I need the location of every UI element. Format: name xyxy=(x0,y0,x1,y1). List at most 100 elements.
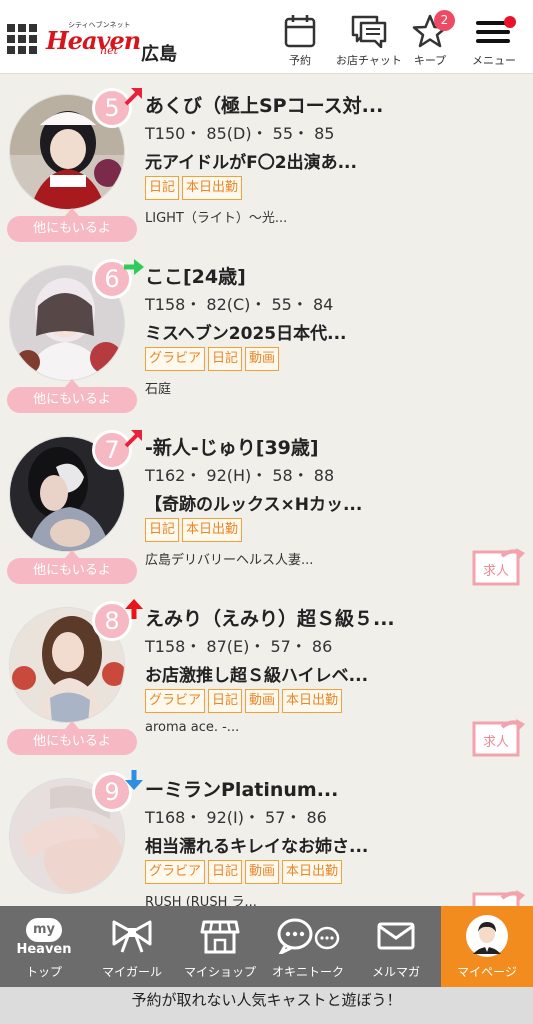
others-button[interactable]: 他にもいるよ xyxy=(7,379,137,413)
cast-spec: T168・ 92(I)・ 57・ 86 xyxy=(145,808,327,827)
app-header: シティヘブンネット Heaven net 広島 予約 お店チャット 2 キープ xyxy=(0,0,533,74)
cast-name[interactable]: ーミランPlatinum... xyxy=(145,775,525,802)
ranking-list[interactable]: 5 他にもいるよ あくび（極上SPコース対... T150・ 85(D)・ 55… xyxy=(0,74,533,906)
avatar-container[interactable]: 9 xyxy=(9,770,143,896)
shop-chat-button[interactable]: お店チャット xyxy=(330,14,408,68)
tag-gravure[interactable]: グラビア xyxy=(145,689,206,713)
avatar-container[interactable]: 7 xyxy=(9,430,142,554)
tab-my-shop[interactable]: マイショップ xyxy=(176,906,264,987)
bottom-tab-bar: my Heaven トップ マイガール マイショップ オキニトーク メルマガ マ… xyxy=(0,906,533,987)
promo-banner[interactable]: 予約が取れない人気キャストと遊ぼう！ xyxy=(0,987,533,1024)
list-item[interactable]: 9 ーミランPlatinum... T168・ 92(I)・ 57・ 86 相当… xyxy=(0,758,533,906)
talk-icon xyxy=(277,918,340,954)
tab-okini-talk[interactable]: オキニトーク xyxy=(264,906,352,987)
chat-icon xyxy=(351,15,387,48)
keep-count-badge: 2 xyxy=(434,10,455,31)
list-item[interactable]: 6 他にもいるよ ここ[24歳] T158・ 82(C)・ 55・ 84 ミスヘ… xyxy=(0,245,533,416)
my-heaven-icon: my Heaven xyxy=(16,918,72,958)
tag-list: グラビア 日記 動画 本日出勤 xyxy=(145,860,345,884)
tag-list: 日記 本日出勤 xyxy=(145,518,245,542)
tag-list: グラビア 日記 動画 本日出勤 xyxy=(145,689,345,713)
recruit-button[interactable]: 求人 xyxy=(472,546,526,586)
avatar-container[interactable]: 5 xyxy=(9,88,142,212)
trend-right-icon xyxy=(124,259,144,275)
shop-icon xyxy=(200,920,240,954)
tab-okini-talk-label: オキニトーク xyxy=(271,965,344,979)
tag-video[interactable]: 動画 xyxy=(245,689,280,713)
list-item[interactable]: 5 他にもいるよ あくび（極上SPコース対... T150・ 85(D)・ 55… xyxy=(0,74,533,245)
shop-chat-label: お店チャット xyxy=(336,54,402,67)
recruit-button[interactable]: 求人 xyxy=(472,717,526,757)
tag-diary[interactable]: 日記 xyxy=(145,176,180,200)
my-heaven-icon-text: my xyxy=(26,918,62,942)
tag-diary[interactable]: 日記 xyxy=(208,689,243,713)
cast-name[interactable]: えみり（えみり）超Ｓ級５... xyxy=(145,604,525,631)
cast-catchphrase[interactable]: 相当濡れるキレイなお姉さ... xyxy=(145,832,525,857)
others-button[interactable]: 他にもいるよ xyxy=(7,550,137,584)
cast-spec: T158・ 87(E)・ 57・ 86 xyxy=(145,637,333,656)
heaven-logo[interactable]: シティヘブンネット Heaven net xyxy=(46,21,141,60)
cast-catchphrase[interactable]: ミスヘブン2025日本代... xyxy=(145,319,525,344)
shop-name[interactable]: 広島デリバリーヘルス人妻... xyxy=(145,549,313,568)
tag-diary[interactable]: 日記 xyxy=(145,518,180,542)
tag-list: グラビア 日記 動画 xyxy=(145,347,282,371)
list-item[interactable]: 7 他にもいるよ -新人-じゅり[39歳] T162・ 92(H)・ 58・ 8… xyxy=(0,416,533,587)
tag-gravure[interactable]: グラビア xyxy=(145,347,206,371)
reservation-button[interactable]: 予約 xyxy=(283,14,317,68)
keep-label: キープ xyxy=(413,54,447,67)
tag-gravure[interactable]: グラビア xyxy=(145,860,206,884)
menu-label: メニュー xyxy=(472,54,516,67)
shop-name[interactable]: aroma ace. -... xyxy=(145,720,239,735)
tab-mail-magazine[interactable]: メルマガ xyxy=(352,906,440,987)
shop-name[interactable]: RUSH (RUSH ラ... xyxy=(145,891,257,906)
avatar-container[interactable]: 6 xyxy=(9,259,144,383)
tag-list: 日記 本日出勤 xyxy=(145,176,245,200)
logo-text: Heaven xyxy=(46,26,141,55)
tag-video[interactable]: 動画 xyxy=(245,347,280,371)
tab-my-shop-label: マイショップ xyxy=(183,965,256,979)
cast-spec: T150・ 85(D)・ 55・ 85 xyxy=(145,124,335,143)
notification-dot xyxy=(504,16,516,28)
cast-catchphrase[interactable]: 【奇跡のルックス×Hカッ... xyxy=(145,490,525,515)
menu-button[interactable]: メニュー xyxy=(466,14,522,68)
shop-name[interactable]: 石庭 xyxy=(145,378,171,397)
cast-name[interactable]: -新人-じゅり[39歳] xyxy=(145,433,525,460)
cast-catchphrase[interactable]: お店激推し超Ｓ級ハイレベ... xyxy=(145,661,525,686)
tab-my-girl-label: マイガール xyxy=(101,965,162,979)
grid-menu-icon[interactable] xyxy=(7,24,37,54)
mail-icon xyxy=(377,922,415,950)
tag-today[interactable]: 本日出勤 xyxy=(182,176,243,200)
area-label[interactable]: 広島 xyxy=(141,40,177,66)
trend-up-right-icon xyxy=(124,430,142,448)
trend-up-icon xyxy=(125,599,143,619)
tag-today[interactable]: 本日出勤 xyxy=(282,689,343,713)
cast-catchphrase[interactable]: 元アイドルがF〇2出演あ... xyxy=(145,148,525,173)
cast-name[interactable]: ここ[24歳] xyxy=(145,262,525,289)
others-button[interactable]: 他にもいるよ xyxy=(7,721,137,755)
ribbon-icon xyxy=(112,920,152,953)
list-item[interactable]: 8 他にもいるよ えみり（えみり）超Ｓ級５... T158・ 87(E)・ 57… xyxy=(0,587,533,758)
my-heaven-icon-subtext: Heaven xyxy=(16,942,72,957)
tab-my-girl[interactable]: マイガール xyxy=(88,906,176,987)
avatar-container[interactable]: 8 xyxy=(9,599,143,725)
tab-my-page-label: マイページ xyxy=(457,965,517,979)
tag-video[interactable]: 動画 xyxy=(245,860,280,884)
tag-today[interactable]: 本日出勤 xyxy=(182,518,243,542)
tag-diary[interactable]: 日記 xyxy=(208,860,243,884)
trend-up-right-icon xyxy=(124,88,142,106)
others-button[interactable]: 他にもいるよ xyxy=(7,208,137,242)
calendar-icon xyxy=(284,15,316,48)
tab-mail-magazine-label: メルマガ xyxy=(371,965,420,979)
tag-today[interactable]: 本日出勤 xyxy=(282,860,343,884)
tag-diary[interactable]: 日記 xyxy=(208,347,243,371)
tab-top-label: トップ xyxy=(25,965,62,979)
recruit-label: 求人 xyxy=(483,735,509,750)
keep-button[interactable]: 2 キープ xyxy=(409,10,455,68)
user-icon xyxy=(466,915,508,957)
tab-my-page[interactable]: マイページ xyxy=(441,906,533,987)
trend-down-icon xyxy=(125,770,143,790)
cast-name[interactable]: あくび（極上SPコース対... xyxy=(145,91,525,118)
recruit-button[interactable] xyxy=(472,888,526,906)
shop-name[interactable]: LIGHT（ライト）～光... xyxy=(145,207,287,226)
tab-top[interactable]: my Heaven トップ xyxy=(0,906,88,987)
